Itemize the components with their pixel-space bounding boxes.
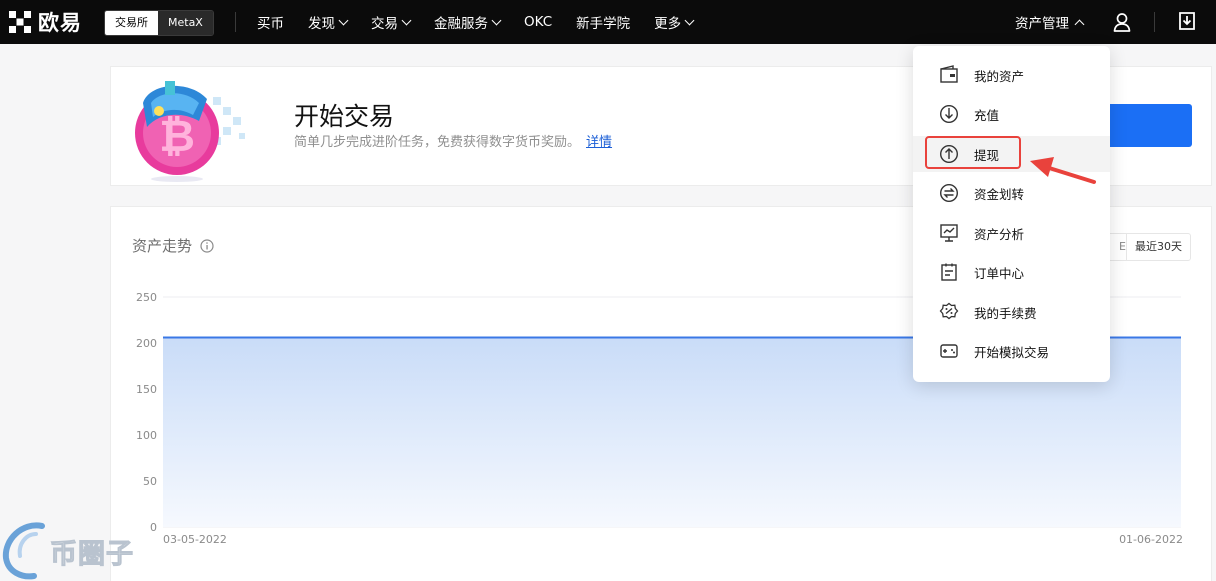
menu-label: 资产分析 (974, 226, 1025, 242)
menu-demo-trading[interactable]: 开始模拟交易 (913, 333, 1110, 369)
nav-divider (235, 12, 236, 32)
withdraw-highlight-box (925, 136, 1021, 169)
asset-management-dropdown: 我的资产 充值 提现 资金划转 资产分析 订单中心 我的手续费 开始模拟交易 (913, 46, 1110, 382)
menu-asset-analysis[interactable]: 资产分析 (913, 215, 1110, 251)
nav-label: 新手学院 (576, 16, 631, 32)
hero-subtitle-text: 简单几步完成进阶任务，免费获得数字货币奖励。 (294, 135, 581, 150)
asset-management-menu[interactable]: 资产管理 (1015, 0, 1085, 44)
nav-discover[interactable]: 发现 (308, 12, 349, 32)
nav-label: 更多 (654, 16, 682, 32)
menu-label: 我的资产 (974, 68, 1025, 84)
exchange-tab[interactable]: 交易所 (105, 11, 158, 35)
top-navbar: 欧易 交易所 MetaX 买币 发现 交易 金融服务 OKC 新手学院 更多 资… (0, 0, 1216, 44)
nav-okc[interactable]: OKC (524, 14, 552, 30)
hero-subtitle: 简单几步完成进阶任务，免费获得数字货币奖励。 详情 (294, 131, 612, 150)
menu-label: 资金划转 (974, 186, 1025, 202)
nav-divider (1154, 12, 1155, 32)
menu-label: 充值 (974, 107, 1000, 123)
nav-label: 金融服务 (434, 16, 488, 32)
demo-trading-icon (940, 344, 958, 358)
user-icon[interactable] (1111, 11, 1133, 33)
hero-title: 开始交易 (294, 102, 395, 131)
asset-management-label: 资产管理 (1015, 16, 1069, 32)
chevron-down-icon (401, 15, 412, 25)
chevron-down-icon (338, 15, 349, 25)
y-tick-label: 200 (136, 337, 157, 350)
nav-label: 交易 (371, 16, 398, 32)
y-tick-label: 250 (136, 291, 157, 304)
menu-order-center[interactable]: 订单中心 (913, 254, 1110, 290)
nav-label: OKC (524, 14, 553, 30)
chevron-down-icon (491, 15, 502, 25)
main-nav: 买币 发现 交易 金融服务 OKC 新手学院 更多 (257, 0, 717, 44)
nav-finance[interactable]: 金融服务 (434, 12, 502, 32)
y-tick-label: 100 (136, 429, 157, 442)
download-icon[interactable] (1176, 10, 1198, 32)
order-icon (941, 263, 957, 281)
bitcoin-illustration: ₿ (135, 81, 245, 182)
metax-tab[interactable]: MetaX (158, 11, 213, 35)
nav-label: 发现 (308, 16, 335, 32)
watermark-text: 币圈子 (50, 539, 134, 571)
annotation-arrow (1030, 157, 1096, 184)
menu-label: 开始模拟交易 (974, 344, 1050, 360)
start-button[interactable] (1101, 104, 1192, 147)
menu-deposit[interactable]: 充值 (913, 96, 1110, 132)
nav-buy-crypto[interactable]: 买币 (257, 12, 284, 32)
nav-label: 买币 (257, 16, 284, 32)
nav-trade[interactable]: 交易 (371, 12, 412, 32)
svg-text:₿: ₿ (159, 111, 195, 162)
platform-switch: 交易所 MetaX (104, 10, 214, 36)
okx-logo-icon (9, 11, 31, 33)
details-link[interactable]: 详情 (586, 135, 612, 150)
x-tick-label: 01-06-2022 (1119, 533, 1183, 546)
nav-more[interactable]: 更多 (654, 12, 695, 32)
x-tick-label: 03-05-2022 (163, 533, 227, 546)
menu-my-fees[interactable]: 我的手续费 (913, 294, 1110, 330)
transfer-icon (939, 183, 959, 203)
logo-text: 欧易 (38, 11, 82, 35)
menu-my-assets[interactable]: 我的资产 (913, 57, 1110, 93)
okx-logo[interactable]: 欧易 (8, 9, 82, 35)
chevron-down-icon (684, 15, 695, 25)
deposit-icon (939, 104, 959, 124)
menu-label: 我的手续费 (974, 305, 1037, 321)
chevron-up-icon (1074, 19, 1085, 29)
y-tick-label: 150 (136, 383, 157, 396)
fee-icon (939, 302, 959, 320)
y-tick-label: 50 (143, 475, 157, 488)
nav-academy[interactable]: 新手学院 (576, 12, 630, 32)
menu-label: 订单中心 (974, 265, 1025, 281)
analysis-icon (940, 224, 958, 242)
wallet-icon (940, 65, 958, 83)
